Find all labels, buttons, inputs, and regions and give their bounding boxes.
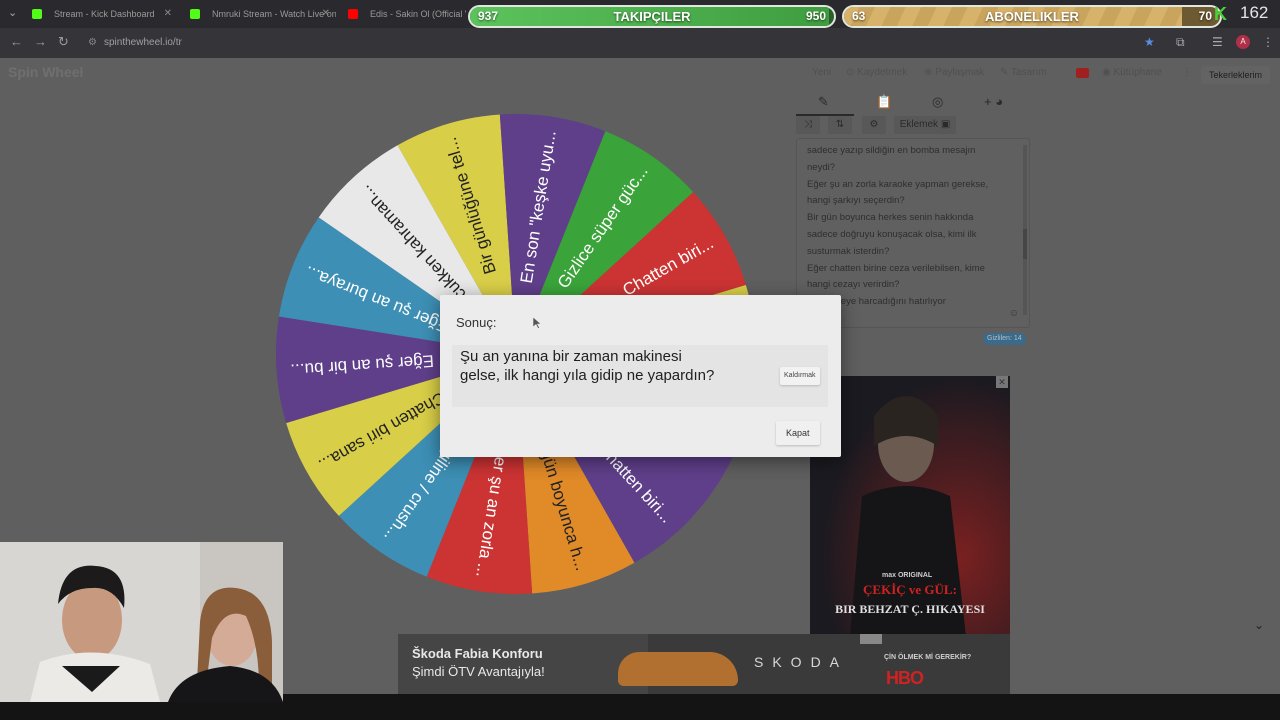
chevron-down-icon[interactable]: ⌄ — [1254, 618, 1264, 632]
reload-icon[interactable]: ↻ — [58, 34, 69, 50]
followers-current: 937 — [478, 9, 499, 23]
menu-new[interactable]: Yeni — [812, 67, 831, 78]
entry-line: Bir gün boyunca herkes senin hakkında — [807, 212, 974, 224]
add-color-icon[interactable]: + ◕ — [984, 94, 1003, 109]
hide-eye-icon[interactable]: ◎ — [932, 94, 943, 110]
editor-tabs: ✎ 📋 ◎ + ◕ — [796, 92, 1028, 116]
shuffle-icon[interactable]: ⤨ — [796, 116, 820, 134]
sort-icon[interactable]: ⇅ — [828, 116, 852, 134]
subscribers-current: 63 — [852, 9, 866, 23]
tab-title: Edis - Sakin Ol (Official Vid — [370, 9, 466, 19]
browser-tab-kick-stream[interactable]: Nmruki Stream - Watch Live on ✕ — [184, 3, 336, 25]
menu-more-icon[interactable]: ⋮ — [1182, 67, 1192, 78]
kick-logo-icon: K — [1214, 4, 1227, 24]
menu-dots-icon[interactable]: ⋮ — [1262, 35, 1274, 49]
remove-button[interactable]: Kaldırmak — [780, 367, 820, 385]
entry-line: Eğer şu an zorla karaoke yapman gerekse, — [807, 178, 989, 190]
my-wheels-button[interactable]: Tekerleklerim — [1201, 66, 1271, 84]
webcam-people-image — [30, 565, 283, 702]
entries-scrollbar-thumb[interactable] — [1023, 229, 1027, 259]
followers-goal: 950 — [805, 9, 826, 23]
profile-avatar[interactable]: A — [1236, 35, 1250, 49]
edit-pencil-icon[interactable]: ✎ — [818, 94, 829, 110]
entries-list: sadece yazıp sildiğin en bomba mesajın ne… — [807, 143, 1021, 311]
menu-design[interactable]: ✎ Tasarım — [1000, 67, 1047, 78]
browser-tab-youtube[interactable]: Edis - Sakin Ol (Official Vid — [342, 3, 466, 25]
banner-ad[interactable]: Škoda Fabia Konforu Şimdi ÖTV Avantajıyl… — [398, 634, 1010, 694]
result-dialog-title: Sonuç: — [456, 315, 497, 330]
hidden-count-badge: Gizlilen: 14 — [983, 333, 1026, 345]
turkey-flag-icon[interactable] — [1076, 68, 1089, 78]
menu-library[interactable]: ◉ Kütüphane — [1102, 67, 1162, 78]
results-clipboard-icon[interactable]: 📋 — [876, 94, 892, 110]
tab-search-chevron-icon[interactable]: ⌄ — [8, 6, 17, 19]
screen: ⌄ Stream - Kick Dashboard ✕ Nmruki Strea… — [0, 0, 1280, 720]
entry-line: susturmak isterdin? — [807, 245, 890, 257]
poster-title: ÇEKİÇ ve GÜL: — [863, 582, 957, 597]
poster-subtitle: BIR BEHZAT Ç. HIKAYESI — [835, 602, 985, 616]
menu-design-label: Tasarım — [1010, 67, 1047, 78]
subscribers-goal-label: ABONELIKLER — [985, 9, 1079, 24]
menu-share[interactable]: ⊕ Paylaşmak — [924, 67, 984, 78]
close-icon[interactable]: ✕ — [322, 3, 330, 25]
entry-line: sadece yazıp sildiğin en bomba mesajın — [807, 145, 976, 156]
entry-line: Eğer chatten birine ceza verilebilsen, k… — [807, 262, 985, 274]
emoji-icon[interactable]: ☺ — [1009, 308, 1019, 319]
car-image — [618, 652, 738, 686]
extensions-icon[interactable]: ⧉ — [1176, 35, 1185, 50]
reading-list-icon[interactable]: ☰ — [1212, 35, 1223, 49]
banner-tagline: ÇİN ÖLMEK Mİ GEREKİR? — [884, 654, 972, 661]
menu-share-label: Paylaşmak — [935, 67, 985, 78]
viewer-count: 162 — [1240, 3, 1269, 22]
subscribers-goal: 70 — [1198, 9, 1212, 23]
subscribers-goal-bar: ABONELIKLER 63 70 — [842, 5, 1222, 28]
banner-network-logo: HBO — [886, 668, 924, 688]
editor-toolbar: ⤨ ⇅ ⚙ Eklemek ▣ — [796, 116, 1028, 136]
result-box: Şu an yanına bir zaman makinesi gelse, i… — [452, 345, 828, 407]
webcam-overlay — [0, 542, 283, 702]
poster-tag: max ORIGINAL — [882, 572, 933, 579]
browser-tab-kick-dashboard[interactable]: Stream - Kick Dashboard ✕ — [26, 3, 178, 25]
menu-save-label: Kaydetmek — [857, 67, 908, 78]
menu-library-label: Kütüphane — [1113, 67, 1162, 78]
bookmark-star-icon[interactable]: ★ — [1144, 35, 1155, 49]
entry-line: hangi cezayı verirdin? — [807, 279, 900, 291]
site-info-icon[interactable]: ⚙ — [88, 34, 97, 52]
back-icon[interactable]: ← — [10, 34, 23, 49]
tab-title: Nmruki Stream - Watch Live on — [212, 9, 336, 19]
entry-line: neydi? — [807, 161, 835, 173]
banner-subline: Şimdi ÖTV Avantajıyla! — [412, 664, 545, 679]
browser-address-bar: ← → ↻ ⚙ spinthewheel.io/tr ★ ⧉ ☰ ⋮ — [0, 28, 1280, 58]
close-button[interactable]: Kapat — [776, 421, 820, 445]
settings-gear-icon[interactable]: ⚙ — [862, 116, 886, 134]
followers-goal-bar: TAKIPÇILER 937 950 — [468, 5, 836, 28]
banner-headline: Škoda Fabia Konforu — [412, 646, 543, 661]
add-image-button[interactable]: Eklemek ▣ — [894, 116, 956, 134]
entry-line: sadece doğruyu konuşacak olsa, kimi ilk — [807, 228, 977, 240]
url-field[interactable]: ⚙ spinthewheel.io/tr — [86, 34, 1136, 52]
forward-icon[interactable]: → — [34, 34, 47, 49]
close-icon[interactable]: ✕ — [164, 3, 172, 25]
kick-favicon-icon — [32, 9, 42, 19]
menu-save[interactable]: ⊙ Kaydetmek — [846, 67, 907, 78]
result-text: Şu an yanına bir zaman makinesi gelse, i… — [460, 348, 715, 384]
banner-brand: SKODA — [754, 654, 849, 670]
url-text: spinthewheel.io/tr — [104, 37, 182, 48]
app-logo[interactable]: Spin Wheel — [8, 64, 83, 80]
youtube-favicon-icon — [348, 9, 358, 19]
tab-title: Stream - Kick Dashboard — [54, 9, 155, 19]
result-dialog: Sonuç: Şu an yanına bir zaman makinesi g… — [440, 295, 841, 457]
ad-close-icon[interactable]: ✕ — [996, 376, 1008, 388]
mouse-cursor-icon — [533, 317, 542, 329]
add-image-label: Eklemek — [899, 119, 939, 130]
ad-choices-icon[interactable] — [860, 634, 882, 644]
entry-line: hangi şarkıyı seçerdin? — [807, 195, 905, 207]
followers-goal-label: TAKIPÇILER — [613, 9, 691, 24]
kick-favicon-icon — [190, 9, 200, 19]
